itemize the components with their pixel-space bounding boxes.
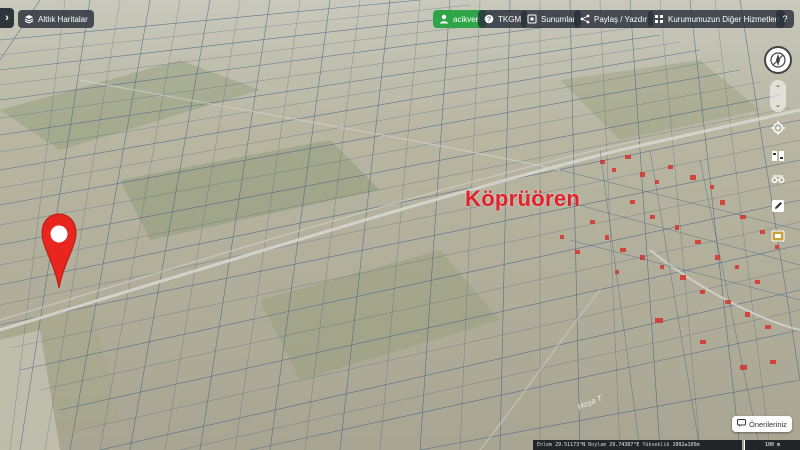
- help-button[interactable]: ?: [776, 10, 794, 28]
- scale-bar: 100 m: [744, 440, 800, 450]
- presentations-button[interactable]: Sunumlar: [521, 10, 582, 28]
- rotate-up-icon[interactable]: ⌃: [775, 84, 782, 93]
- share-print-button[interactable]: Paylaş / Yazdır: [574, 10, 654, 28]
- place-name-label: Köprüören: [465, 186, 581, 211]
- target-icon: [771, 121, 785, 135]
- svg-text:?: ?: [487, 17, 491, 24]
- sidebar-toggle-button[interactable]: ›: [0, 8, 14, 28]
- chat-icon: [737, 419, 746, 429]
- location-marker-icon[interactable]: [40, 212, 78, 290]
- tkgm-label: TKGM: [498, 14, 522, 24]
- feedback-label: Önerileriniz: [749, 419, 787, 429]
- compass-icon: [770, 52, 786, 68]
- split-view-button[interactable]: [768, 146, 788, 166]
- lat-label: Enlem: [537, 442, 553, 448]
- layers-button[interactable]: [768, 226, 788, 246]
- compass-button[interactable]: [764, 46, 792, 74]
- historic-maps-label: Altlık Haritalar: [38, 14, 88, 24]
- map-canvas[interactable]: [0, 0, 800, 450]
- historic-maps-button[interactable]: Altlık Haritalar: [18, 10, 94, 28]
- elevation-label: Yükseklik: [642, 442, 670, 448]
- help-circle-icon: ?: [484, 14, 494, 24]
- lat-value: 29.51173°N: [555, 442, 586, 448]
- user-label: acikveri: [453, 14, 481, 24]
- locate-button[interactable]: [768, 118, 788, 138]
- coordinate-readout: Enlem 29.51173°N Boylam 29.74387°E Yükse…: [533, 440, 742, 450]
- draw-icon: [772, 200, 784, 212]
- presentations-label: Sunumlar: [541, 14, 576, 24]
- help-icon: ?: [782, 14, 788, 24]
- share-icon: [580, 14, 590, 24]
- tkgm-button[interactable]: ? TKGM: [478, 10, 528, 28]
- other-services-button[interactable]: Kurumumuzun Diğer Hizmetleri: [648, 10, 786, 28]
- layers-icon: [771, 230, 785, 242]
- split-view-icon: [772, 151, 784, 161]
- layers-stack-icon: [24, 14, 34, 24]
- feedback-button[interactable]: Önerileriniz: [732, 416, 792, 432]
- lon-value: 29.74387°E: [609, 442, 640, 448]
- measure-button[interactable]: [768, 170, 788, 190]
- zoom-control[interactable]: ⌃ ⌄: [770, 80, 786, 112]
- draw-button[interactable]: [768, 196, 788, 216]
- lon-label: Boylam: [588, 442, 607, 448]
- measure-icon: [771, 175, 785, 183]
- rotate-down-icon[interactable]: ⌄: [775, 100, 782, 109]
- user-icon: [439, 14, 449, 24]
- elevation-value: 1092±105m: [672, 442, 700, 448]
- share-print-label: Paylaş / Yazdır: [594, 14, 648, 24]
- presentation-icon: [527, 14, 537, 24]
- other-services-label: Kurumumuzun Diğer Hizmetleri: [668, 14, 780, 24]
- grid-icon: [654, 14, 664, 24]
